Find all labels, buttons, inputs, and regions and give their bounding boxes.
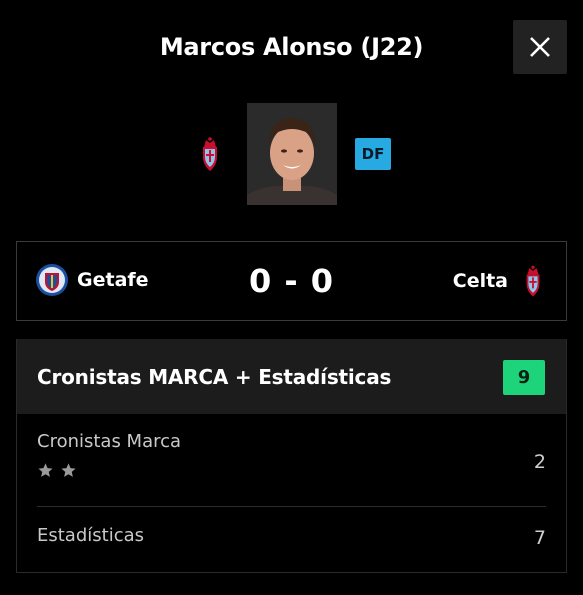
modal-title: Marcos Alonso (J22) [159,33,424,61]
away-team-name: Celta [452,270,508,292]
rating-row-label: Estadísticas [37,525,145,546]
star-icon [61,463,76,477]
rating-title: Cronistas MARCA + Estadísticas [37,365,392,389]
player-rating-modal: Marcos Alonso (J22) DF Getafe 0 - 0 Celt… [0,0,583,595]
away-team: Celta [453,263,544,299]
rating-row-label: Cronistas Marca [37,431,182,452]
rating-row-value: 7 [533,527,546,549]
rating-row-value: 2 [533,451,546,473]
star-icon [38,463,53,477]
position-badge: DF [355,138,391,170]
celta-crest-icon [203,137,217,171]
rating-panel: Cronistas MARCA + Estadísticas 9 Cronist… [16,339,567,573]
match-summary: Getafe 0 - 0 Celta [16,241,567,321]
celta-crest-icon [526,265,540,297]
player-header: DF [0,103,583,205]
rating-row-estadisticas: Estadísticas 7 [37,525,546,549]
star-rating [37,462,546,479]
rating-total-badge: 9 [503,360,545,395]
rating-header: Cronistas MARCA + Estadísticas 9 [17,339,566,414]
close-icon [530,37,550,57]
rating-row-cronistas: Cronistas Marca 2 [37,431,546,507]
close-button[interactable] [513,20,567,74]
player-photo [247,103,337,205]
